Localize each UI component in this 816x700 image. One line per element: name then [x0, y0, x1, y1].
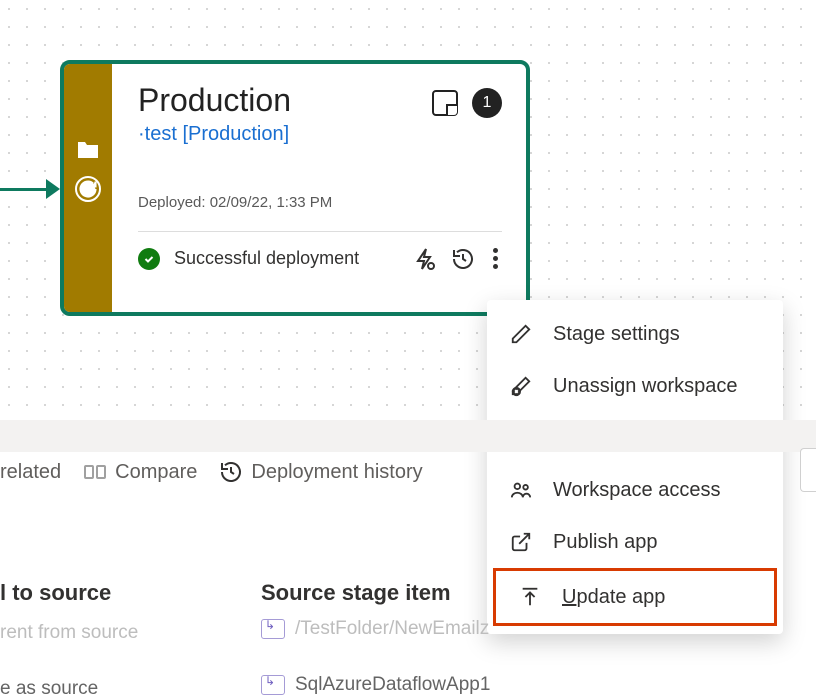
card-sidebar	[64, 64, 112, 312]
unassign-icon	[509, 374, 533, 398]
card-header-icons: 1	[432, 88, 502, 118]
deployment-history-button[interactable]: Deployment history	[219, 460, 422, 484]
menu-unassign-workspace[interactable]: Unassign workspace	[487, 360, 783, 412]
stage-title: Production	[138, 82, 291, 119]
upload-icon	[518, 585, 542, 609]
note-icon[interactable]	[432, 90, 458, 116]
count-badge: 1	[472, 88, 502, 118]
menu-label: Stage settings	[553, 323, 680, 346]
pencil-icon	[509, 322, 533, 346]
menu-publish-app[interactable]: Publish app	[487, 516, 783, 568]
row1-left: rent from source	[0, 622, 138, 644]
card-body: Production ·test [Production] 1 Deployed…	[112, 64, 526, 312]
row2-right: SqlAzureDataflowApp1	[261, 674, 490, 696]
menu-label: Unassign workspace	[553, 375, 738, 398]
people-icon	[509, 478, 533, 502]
folder-icon	[76, 140, 100, 160]
stage-context-menu: Stage settings Unassign workspace Worksp…	[487, 300, 783, 634]
external-link-icon	[509, 530, 533, 554]
history-icon[interactable]	[451, 247, 475, 271]
card-header: Production ·test [Production] 1	[138, 82, 502, 146]
row2-left: e as source	[0, 678, 98, 700]
compare-button[interactable]: Compare	[83, 460, 197, 484]
deployment-arrow-head	[46, 179, 60, 199]
deployment-status-icon	[75, 176, 101, 202]
success-icon	[138, 248, 160, 270]
history-icon	[219, 460, 243, 484]
section-divider	[0, 420, 816, 452]
dataflow-icon	[261, 675, 285, 695]
card-footer: Successful deployment	[138, 231, 502, 287]
menu-stage-settings[interactable]: Stage settings	[487, 308, 783, 360]
menu-label: Publish app	[553, 531, 658, 554]
deployed-timestamp: Deployed: 02/09/22, 1:33 PM	[138, 194, 502, 211]
dataflow-icon	[261, 619, 285, 639]
menu-label: Workspace access	[553, 479, 720, 502]
compare-icon	[83, 460, 107, 484]
menu-update-app[interactable]: Update app	[493, 568, 777, 626]
row1-right: /TestFolder/NewEmailz	[261, 618, 489, 640]
to-source-header: l to source	[0, 580, 111, 606]
production-stage-card: Production ·test [Production] 1 Deployed…	[60, 60, 530, 316]
lightning-settings-icon[interactable]	[413, 247, 437, 271]
stage-subtitle[interactable]: ·test [Production]	[138, 123, 291, 146]
ghost-box	[800, 448, 816, 492]
more-options-button[interactable]	[489, 244, 502, 273]
deployment-status-text: Successful deployment	[174, 248, 399, 269]
source-stage-header: Source stage item	[261, 580, 451, 606]
menu-workspace-access[interactable]: Workspace access	[487, 464, 783, 516]
menu-label: Update app	[562, 586, 665, 609]
toolbar: related Compare Deployment history	[0, 452, 423, 492]
related-button[interactable]: related	[0, 461, 61, 484]
